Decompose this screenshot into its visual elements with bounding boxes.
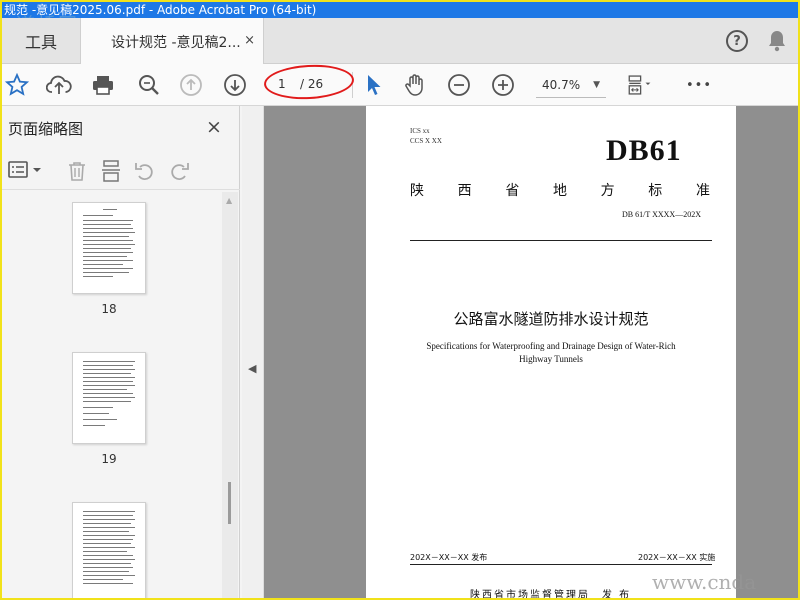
- panel-toolbar: [2, 150, 240, 190]
- db-number: DB 61/T XXXX—202X: [622, 210, 701, 219]
- document-view[interactable]: ICS xx CCS X XX DB61 陕 西 省 地 方 标 准 DB 61…: [264, 106, 798, 600]
- divider-line: [410, 240, 712, 241]
- close-tab-icon[interactable]: ×: [244, 33, 255, 48]
- standard-char: 陕: [410, 183, 424, 199]
- close-panel-icon[interactable]: ×: [206, 116, 222, 138]
- standard-char: 省: [505, 183, 520, 199]
- thumbnail-scrollbar[interactable]: ▲: [222, 192, 238, 598]
- publisher: 陕西省市场监督管理局 发 布: [470, 586, 632, 600]
- hand-icon[interactable]: [402, 72, 428, 98]
- standard-char: 西: [457, 183, 472, 199]
- star-icon[interactable]: [4, 72, 30, 98]
- tab-document-label: 设计规范 -意见稿2...: [111, 34, 241, 51]
- document-margin: [736, 106, 798, 598]
- title-chinese: 公路富水隧道防排水设计规范: [453, 310, 649, 328]
- pdf-page: ICS xx CCS X XX DB61 陕 西 省 地 方 标 准 DB 61…: [366, 106, 736, 600]
- chevron-down-icon: ▼: [593, 80, 600, 90]
- select-arrow-icon[interactable]: [360, 72, 386, 98]
- tab-document[interactable]: 设计规范 -意见稿2... ×: [80, 18, 264, 65]
- prev-page-icon[interactable]: [178, 72, 204, 98]
- thumbnail-label: 19: [101, 452, 117, 466]
- acrobat-window: 规范 -意见稿2025.06.pdf - Adobe Acrobat Pro (…: [0, 0, 800, 600]
- divider-line: [410, 564, 712, 565]
- standard-char: 方: [600, 183, 615, 199]
- upload-icon[interactable]: [46, 72, 72, 98]
- more-icon[interactable]: •••: [684, 72, 714, 98]
- standard-type: 陕 西 省 地 方 标 准: [410, 180, 710, 200]
- title-english: Specifications for Waterproofing and Dra…: [426, 341, 676, 364]
- publish-word: 发 布: [602, 590, 632, 600]
- window-title-bar: 规范 -意见稿2025.06.pdf - Adobe Acrobat Pro (…: [2, 2, 798, 18]
- implementation-date: 202X－XX－XX 实施: [638, 553, 716, 562]
- ics-line: ICS xx: [410, 127, 430, 135]
- site-watermark: www.cnda: [652, 570, 757, 594]
- delete-page-icon[interactable]: [66, 160, 88, 186]
- page-fit-icon[interactable]: [626, 72, 652, 98]
- issue-date: 202X－XX－XX 发布: [410, 553, 488, 562]
- page-thumbnail[interactable]: [72, 202, 146, 294]
- rotate-right-icon[interactable]: [168, 160, 190, 186]
- next-page-icon[interactable]: [222, 72, 248, 98]
- db-code: DB61: [606, 134, 682, 167]
- tab-tools[interactable]: 工具: [2, 18, 80, 64]
- ics-code: ICS xx CCS X XX: [410, 126, 442, 146]
- standard-char: 准: [695, 183, 710, 199]
- ccs-line: CCS X XX: [410, 137, 442, 145]
- print-icon[interactable]: [90, 72, 116, 98]
- publisher-name: 陕西省市场监督管理局: [470, 590, 590, 600]
- standard-char: 标: [648, 183, 663, 199]
- rotate-left-icon[interactable]: [134, 160, 156, 186]
- page-thumbnail[interactable]: [72, 352, 146, 444]
- page-thumbnails-panel: 页面缩略图 × 18 19 ▲: [2, 106, 240, 598]
- insert-page-icon[interactable]: [100, 160, 122, 186]
- page-thumbnail[interactable]: [72, 502, 146, 598]
- zoom-in-icon[interactable]: [490, 72, 516, 98]
- main-toolbar: 1 / 26 40.7% ▼ •••: [2, 64, 798, 106]
- panel-title: 页面缩略图: [8, 120, 84, 138]
- zoom-out-icon[interactable]: [446, 72, 472, 98]
- thumbnail-label: 18: [101, 302, 117, 316]
- tab-bar: 工具 设计规范 -意见稿2... × ?: [2, 18, 798, 65]
- panel-collapse-strip[interactable]: ◀: [242, 106, 264, 598]
- collapse-arrow-icon[interactable]: ◀: [248, 362, 256, 375]
- scroll-up-icon[interactable]: ▲: [226, 196, 232, 205]
- zoom-level-value: 40.7%: [542, 78, 581, 92]
- zoom-search-icon[interactable]: [136, 72, 162, 98]
- thumbnail-options-icon[interactable]: [8, 160, 44, 184]
- scrollbar-thumb[interactable]: [228, 482, 231, 524]
- help-icon[interactable]: ?: [726, 30, 748, 52]
- standard-char: 地: [552, 183, 567, 199]
- bell-icon[interactable]: [768, 30, 786, 56]
- thumbnail-list[interactable]: 18 19: [2, 192, 222, 598]
- zoom-level-select[interactable]: 40.7% ▼: [536, 74, 606, 98]
